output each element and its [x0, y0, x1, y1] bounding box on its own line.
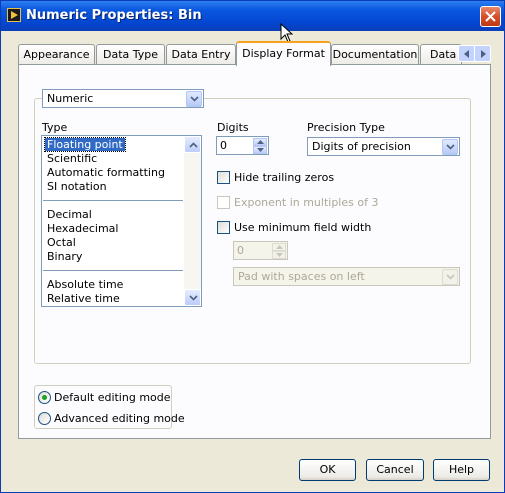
advanced-editing-mode-radio[interactable]	[38, 412, 51, 425]
list-separator	[43, 270, 183, 271]
arrow-right-icon	[481, 50, 486, 58]
tab-data-type[interactable]: Data Type	[96, 44, 165, 65]
list-item[interactable]: Hexadecimal	[47, 222, 118, 235]
list-item[interactable]: Octal	[47, 236, 76, 249]
chevron-down-icon[interactable]	[186, 91, 202, 107]
tab-scroll-right[interactable]	[474, 45, 491, 62]
window-title: Numeric Properties: Bin	[26, 8, 202, 23]
app-icon	[7, 8, 21, 22]
title-bar[interactable]: Numeric Properties: Bin	[1, 1, 504, 31]
scroll-down-button[interactable]	[184, 289, 201, 306]
increment-icon[interactable]	[253, 138, 267, 146]
default-editing-mode-label: Default editing mode	[54, 391, 171, 404]
close-button[interactable]	[480, 6, 501, 27]
list-item[interactable]: Absolute time	[47, 278, 123, 291]
type-listbox[interactable]: Floating point Scientific Automatic form…	[41, 135, 202, 307]
scroll-up-button[interactable]	[184, 136, 201, 153]
chevron-up-icon	[189, 142, 198, 148]
type-label: Type	[42, 121, 68, 134]
precision-type-select[interactable]: Digits of precision	[307, 137, 460, 156]
min-field-width-checkbox[interactable]	[217, 221, 230, 234]
digits-stepper[interactable]: 0	[216, 136, 269, 155]
tab-data-binding[interactable]: Data B	[420, 44, 462, 65]
increment-icon[interactable]	[272, 243, 286, 251]
chevron-down-icon[interactable]	[442, 139, 458, 155]
list-item[interactable]: Relative time	[47, 292, 120, 305]
type-list-scrollbar[interactable]	[184, 136, 201, 306]
decrement-icon[interactable]	[272, 251, 286, 259]
arrow-left-icon	[464, 50, 469, 58]
list-separator	[43, 200, 183, 201]
chevron-down-icon	[189, 295, 198, 301]
tab-appearance[interactable]: Appearance	[18, 44, 95, 65]
advanced-editing-mode-label: Advanced editing mode	[54, 412, 185, 425]
min-field-width-label: Use minimum field width	[234, 221, 372, 234]
close-icon	[485, 11, 496, 22]
list-item[interactable]: Automatic formatting	[47, 166, 165, 179]
precision-type-label: Precision Type	[307, 121, 385, 134]
radio-selected-dot	[42, 395, 47, 400]
tab-documentation[interactable]: Documentation	[331, 44, 419, 65]
list-item[interactable]: Decimal	[47, 208, 92, 221]
decrement-icon[interactable]	[253, 146, 267, 154]
list-item[interactable]: Floating point	[44, 137, 126, 152]
tab-data-entry[interactable]: Data Entry	[166, 44, 236, 65]
exponent-multiples-checkbox[interactable]	[217, 196, 230, 209]
tab-scroll-left[interactable]	[458, 45, 475, 62]
list-item[interactable]: Scientific	[47, 152, 97, 165]
help-button[interactable]: Help	[433, 459, 490, 481]
hide-trailing-zeros-checkbox[interactable]	[217, 171, 230, 184]
ok-button[interactable]: OK	[299, 459, 356, 481]
chevron-down-icon[interactable]	[442, 269, 458, 285]
tab-display-format[interactable]: Display Format	[236, 41, 331, 66]
cancel-button[interactable]: Cancel	[366, 459, 424, 481]
padding-select[interactable]: Pad with spaces on left	[233, 267, 460, 286]
mouse-cursor-icon	[280, 23, 293, 43]
format-target-select[interactable]: Numeric	[42, 89, 204, 108]
default-editing-mode-radio[interactable]	[38, 391, 51, 404]
exponent-multiples-label: Exponent in multiples of 3	[234, 196, 379, 209]
list-item[interactable]: Binary	[47, 250, 82, 263]
field-width-stepper[interactable]: 0	[233, 241, 288, 260]
hide-trailing-zeros-label: Hide trailing zeros	[234, 171, 335, 184]
digits-label: Digits	[217, 121, 249, 134]
properties-dialog: Numeric Properties: Bin Appearance Data …	[0, 0, 505, 493]
list-item[interactable]: SI notation	[47, 180, 107, 193]
